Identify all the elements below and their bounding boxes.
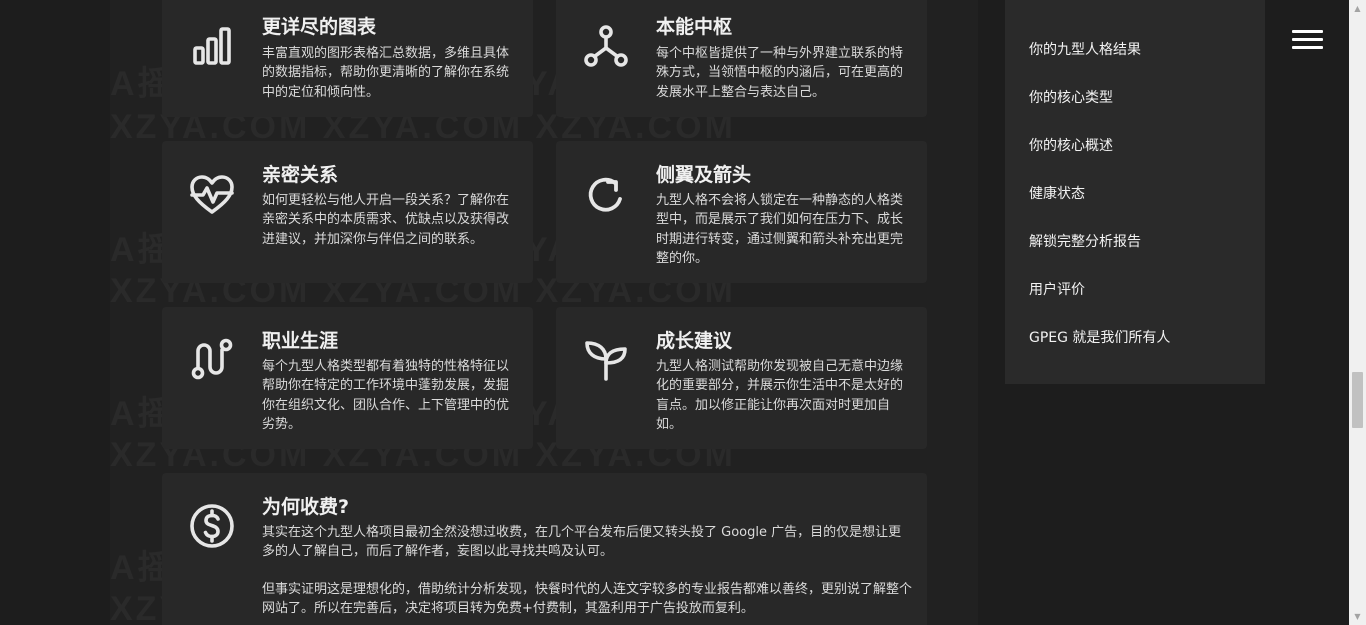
card-title: 更详尽的图表 <box>262 16 377 38</box>
sidebar-item-user-reviews[interactable]: 用户评价 <box>1029 279 1085 299</box>
dollar-coin-icon <box>188 502 236 550</box>
network-nodes-icon <box>582 22 630 70</box>
card-description: 丰富直观的图形表格汇总数据，多维且具体的数据指标，帮助你更清晰的了解你在系统中的… <box>262 46 510 100</box>
card-title: 为何收费? <box>262 496 350 518</box>
heart-pulse-icon <box>188 171 236 219</box>
sidebar-item-health-state[interactable]: 健康状态 <box>1029 183 1085 203</box>
feature-card-growth-advice: 成长建议 九型人格测试帮助你发现被自己无意中边缘化的重要部分，并展示你生活中不是… <box>556 307 927 449</box>
card-title: 职业生涯 <box>262 330 339 352</box>
card-title: 成长建议 <box>656 330 733 352</box>
rotate-arrow-icon <box>582 171 630 219</box>
feature-card-wings-arrows: 侧翼及箭头 九型人格不会将人锁定在一种静态的人格类型中，而是展示了我们如何在压力… <box>556 141 927 283</box>
feature-card-instinct-center: 本能中枢 每个中枢皆提供了一种与外界建立联系的特殊方式，当领悟中枢的内涵后，可在… <box>556 0 927 117</box>
scroll-up-arrow-icon[interactable]: ▲ <box>1349 0 1366 17</box>
feature-card-career: 职业生涯 每个九型人格类型都有着独特的性格特征以帮助你在特定的工作环境中蓬勃发展… <box>162 307 533 449</box>
card-title: 亲密关系 <box>262 164 339 186</box>
sidebar-item-core-type[interactable]: 你的核心类型 <box>1029 87 1113 107</box>
card-paragraph: 其实在这个九型人格项目最初全然没想过收费，在几个平台发布后便又转头投了 Goog… <box>262 525 902 560</box>
route-path-icon <box>188 335 236 383</box>
scrollbar-thumb[interactable] <box>1352 372 1363 428</box>
feature-card-charts: 更详尽的图表 丰富直观的图形表格汇总数据，多维且具体的数据指标，帮助你更清晰的了… <box>162 0 533 117</box>
menu-icon-bar <box>1292 38 1323 41</box>
sprout-icon <box>582 335 630 383</box>
card-description: 每个九型人格类型都有着独特的性格特征以帮助你在特定的工作环境中蓬勃发展，发掘你在… <box>262 359 510 433</box>
card-description: 每个中枢皆提供了一种与外界建立联系的特殊方式，当领悟中枢的内涵后，可在更高的发展… <box>656 46 904 100</box>
feature-card-relationships: 亲密关系 如何更轻松与他人开启一段关系？了解你在亲密关系中的本质需求、优缺点以及… <box>162 141 533 283</box>
card-description: 九型人格测试帮助你发现被自己无意中边缘化的重要部分，并展示你生活中不是太好的盲点… <box>656 359 904 433</box>
main-content: A摇 XZYA.COM A摇 XZYA.COM A摇 X观 XZYA.COM X… <box>110 0 978 625</box>
menu-icon-bar <box>1292 46 1323 49</box>
card-paragraph: 但事实证明这是理想化的，借助统计分析发现，快餐时代的人连文字较多的专业报告都难以… <box>262 582 913 617</box>
card-title: 侧翼及箭头 <box>656 164 752 186</box>
why-charge-card: 为何收费? 其实在这个九型人格项目最初全然没想过收费，在几个平台发布后便又转头投… <box>162 473 927 625</box>
menu-icon[interactable] <box>1292 30 1324 52</box>
bar-chart-icon <box>188 22 236 70</box>
vertical-scrollbar[interactable]: ▲ ▼ <box>1349 0 1366 625</box>
sidebar-item-unlock-report[interactable]: 解锁完整分析报告 <box>1029 231 1141 251</box>
sidebar-item-core-overview[interactable]: 你的核心概述 <box>1029 135 1113 155</box>
sidebar-item-gpeg[interactable]: GPEG 就是我们所有人 <box>1029 327 1170 347</box>
card-description: 九型人格不会将人锁定在一种静态的人格类型中，而是展示了我们如何在压力下、成长时期… <box>656 193 904 267</box>
sidebar-item-result[interactable]: 你的九型人格结果 <box>1029 39 1141 59</box>
card-title: 本能中枢 <box>656 16 733 38</box>
card-description: 如何更轻松与他人开启一段关系？了解你在亲密关系中的本质需求、优缺点以及获得改进建… <box>262 193 510 247</box>
sidebar-toc: 你的九型人格结果 你的核心类型 你的核心概述 健康状态 解锁完整分析报告 用户评… <box>1005 0 1265 384</box>
menu-icon-bar <box>1292 30 1323 33</box>
scroll-down-arrow-icon[interactable]: ▼ <box>1349 608 1366 625</box>
